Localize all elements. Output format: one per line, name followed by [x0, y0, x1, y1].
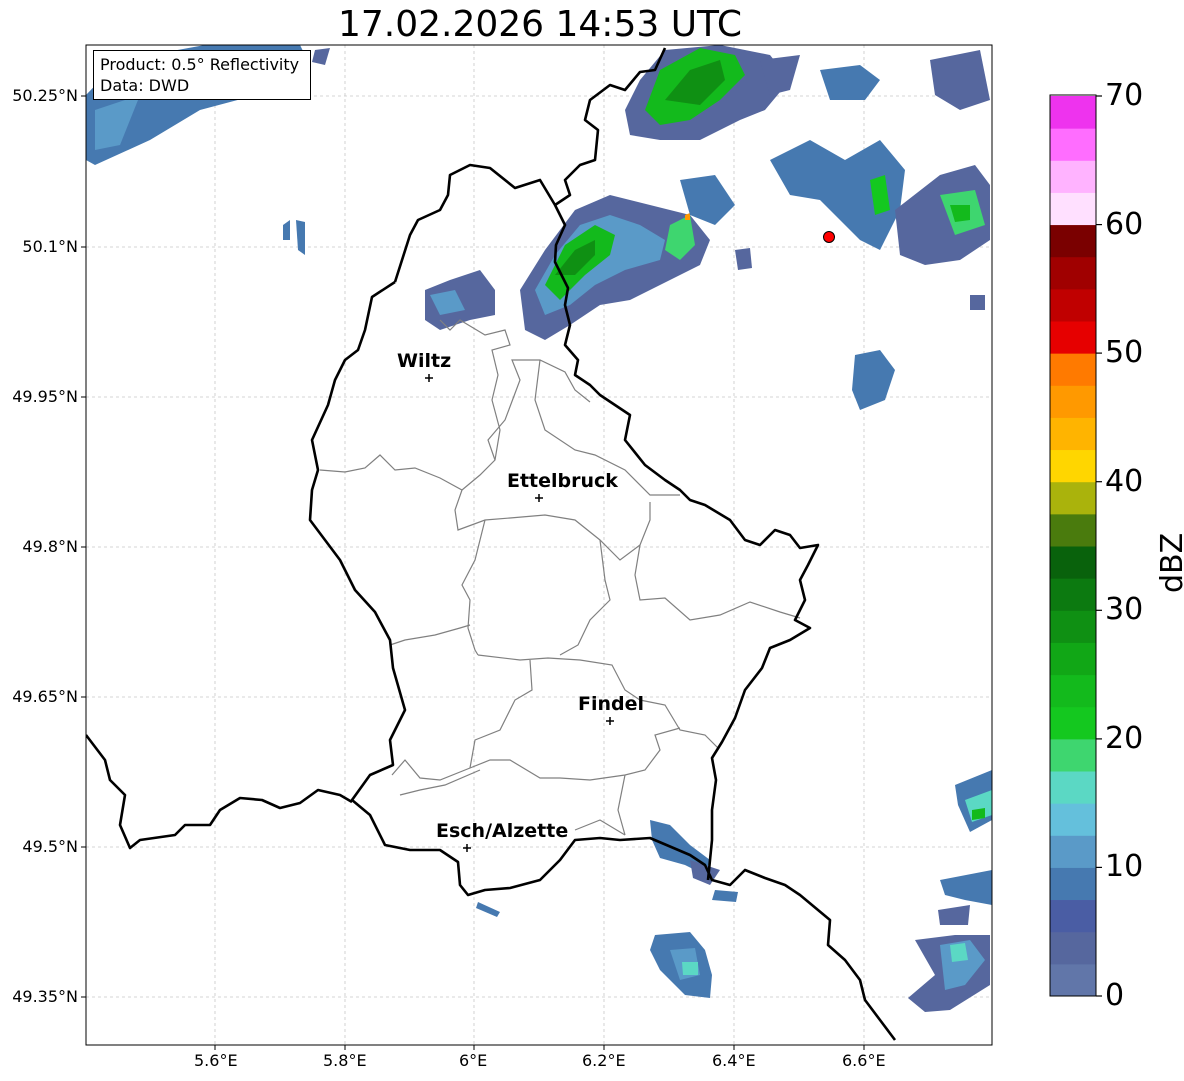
city-label-findel: Findel [578, 693, 645, 715]
colorbar-segment [1050, 835, 1096, 868]
lat-label: 49.5°N [22, 837, 78, 856]
lat-label: 50.25°N [12, 86, 78, 105]
colorbar-segment [1050, 256, 1096, 290]
colorbar-segment [1050, 192, 1096, 226]
colorbar-tick-label: 70 [1105, 78, 1144, 113]
colorbar-label: dBZ [1155, 532, 1184, 593]
lat-label: 50.1°N [22, 237, 78, 256]
lat-label: 49.35°N [12, 987, 78, 1006]
colorbar-segment [1050, 771, 1096, 804]
colorbar-segment [1050, 674, 1096, 708]
colorbar-segment [1050, 546, 1096, 579]
colorbar-segment [1050, 610, 1096, 643]
colorbar-tick-label: 20 [1105, 721, 1144, 756]
city-label-ettelbruck: Ettelbruck [507, 470, 618, 492]
lon-label: 6.4°E [712, 1051, 756, 1070]
colorbar-segment [1050, 321, 1096, 354]
city-label-esch: Esch/Alzette [436, 820, 569, 842]
data-source-label: Data: DWD [100, 76, 190, 95]
colorbar-segment [1050, 353, 1096, 386]
colorbar [1050, 96, 1096, 997]
colorbar-segment [1050, 449, 1096, 483]
colorbar-segment [1050, 417, 1096, 451]
colorbar-segment [1050, 385, 1096, 418]
product-label: Product: 0.5° Reflectivity [100, 55, 300, 74]
lat-label: 49.95°N [12, 387, 78, 406]
lat-label: 49.65°N [12, 687, 78, 706]
colorbar-tick-label: 40 [1105, 464, 1144, 499]
colorbar-segment [1050, 578, 1096, 611]
colorbar-tick-label: 10 [1105, 849, 1144, 884]
radar-map [81, 44, 1102, 1050]
info-box: Product: 0.5° Reflectivity Data: DWD [93, 50, 311, 100]
colorbar-segment [1050, 803, 1096, 836]
colorbar-ticks [1096, 95, 1102, 997]
colorbar-segment [1050, 738, 1096, 772]
lat-label: 49.8°N [22, 537, 78, 556]
lon-label: 5.8°E [323, 1051, 367, 1070]
city-label-wiltz: Wiltz [397, 350, 452, 372]
colorbar-segment [1050, 963, 1096, 997]
colorbar-tick-label: 30 [1105, 592, 1144, 627]
colorbar-tick-label: 60 [1105, 207, 1144, 242]
lon-label: 6°E [459, 1051, 488, 1070]
colorbar-segment [1050, 128, 1096, 161]
colorbar-tick-label: 0 [1105, 978, 1125, 1013]
lon-label: 6.2°E [582, 1051, 626, 1070]
colorbar-tick-label: 50 [1105, 335, 1144, 370]
colorbar-segment [1050, 706, 1096, 740]
colorbar-segment [1050, 513, 1096, 547]
colorbar-segment [1050, 481, 1096, 515]
map-title: 17.02.2026 14:53 UTC [337, 4, 743, 45]
colorbar-segment [1050, 160, 1096, 193]
colorbar-segment [1050, 96, 1096, 129]
lon-label: 5.6°E [194, 1051, 238, 1070]
colorbar-segment [1050, 224, 1096, 258]
radar-site-marker [823, 231, 835, 243]
colorbar-segment [1050, 867, 1096, 901]
colorbar-segment [1050, 899, 1096, 933]
lon-label: 6.6°E [842, 1051, 886, 1070]
colorbar-segment [1050, 288, 1096, 322]
colorbar-segment [1050, 931, 1096, 965]
colorbar-segment [1050, 642, 1096, 676]
